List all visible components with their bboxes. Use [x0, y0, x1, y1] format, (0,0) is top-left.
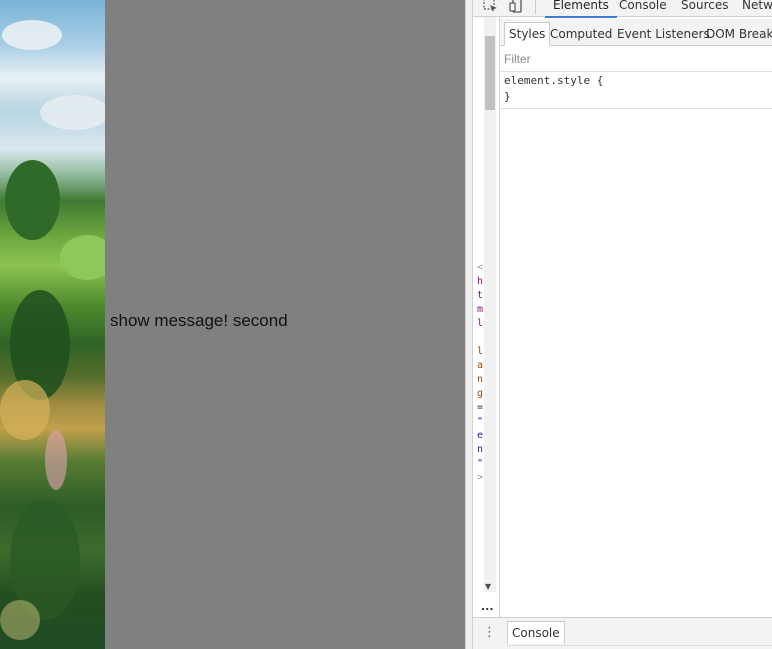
- tree-fragment: <: [477, 262, 484, 273]
- toolbar-separator: [535, 0, 536, 14]
- tree-fragment: =: [477, 402, 484, 413]
- panel-resize-divider[interactable]: [465, 0, 473, 649]
- drawer-divider: [507, 645, 772, 646]
- filter-input[interactable]: [504, 50, 754, 68]
- tab-network[interactable]: Netwo: [742, 0, 772, 16]
- tree-fragment: l: [477, 346, 484, 357]
- tree-fragment: n: [477, 374, 484, 385]
- element-style-rule[interactable]: element.style { }: [500, 72, 772, 109]
- inspect-element-icon[interactable]: [482, 0, 500, 15]
- tab-styles[interactable]: Styles: [504, 22, 551, 46]
- tab-sources[interactable]: Sources: [681, 0, 728, 16]
- console-drawer: ⋮ Console: [473, 617, 772, 649]
- scroll-down-arrow-icon[interactable]: ▼: [485, 582, 491, 591]
- devtools-toolbar: Elements Console Sources Netwo: [473, 0, 772, 18]
- tree-fragment: h: [477, 276, 484, 287]
- devtools-panel: Elements Console Sources Netwo ▼ ... < h…: [473, 0, 772, 649]
- filter-bar: [500, 47, 772, 72]
- scrollbar-thumb[interactable]: [485, 36, 495, 110]
- tree-fragment: e: [477, 430, 484, 441]
- drawer-menu-icon[interactable]: ⋮: [483, 625, 496, 640]
- tree-fragment: ": [477, 458, 484, 469]
- rule-closing-brace: }: [504, 90, 511, 103]
- tree-fragment: ": [477, 416, 484, 427]
- tab-console[interactable]: Console: [619, 0, 667, 16]
- tab-computed[interactable]: Computed: [546, 23, 616, 45]
- rule-selector: element.style {: [504, 74, 604, 87]
- tree-fragment: >: [477, 472, 484, 483]
- tree-fragment: a: [477, 360, 484, 371]
- page-viewport: show message! second: [0, 0, 465, 649]
- tree-fragment: m: [477, 304, 484, 315]
- drawer-tab-console[interactable]: Console: [507, 621, 565, 644]
- tree-fragment: l: [477, 318, 484, 329]
- device-mode-icon[interactable]: [508, 0, 526, 15]
- tab-elements[interactable]: Elements: [545, 0, 617, 18]
- landscape-painting-image: [0, 0, 105, 649]
- message-text: show message! second: [110, 311, 288, 330]
- tab-dom-breakpoints[interactable]: DOM Breakp: [702, 23, 772, 45]
- tree-fragment: g: [477, 388, 484, 399]
- tree-fragment: n: [477, 444, 484, 455]
- tab-event-listeners[interactable]: Event Listeners: [613, 23, 714, 45]
- tree-fragment: t: [477, 290, 484, 301]
- styles-sidebar: Styles Computed Event Listeners DOM Brea…: [500, 17, 772, 617]
- sidebar-tab-bar: Styles Computed Event Listeners DOM Brea…: [500, 19, 772, 46]
- more-options-icon[interactable]: ...: [481, 600, 494, 613]
